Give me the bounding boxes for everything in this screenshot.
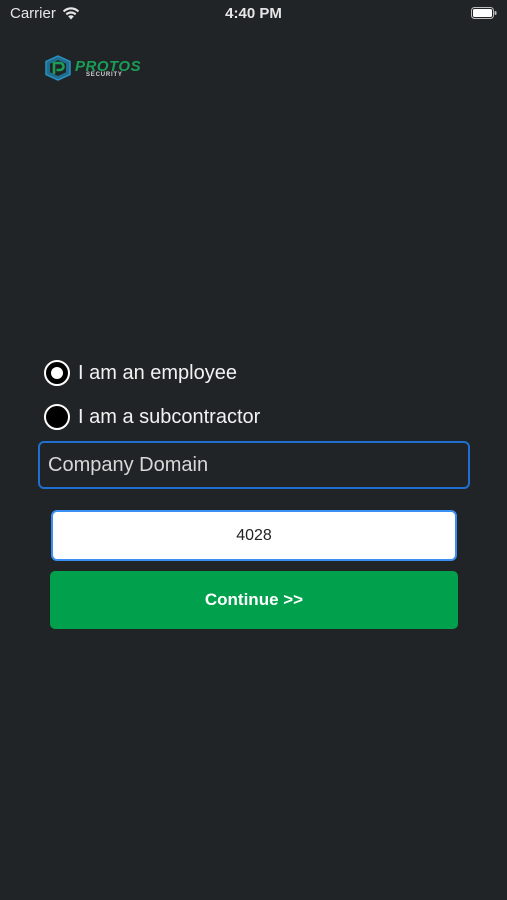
status-time: 4:40 PM <box>225 5 282 22</box>
radio-employee[interactable]: I am an employee <box>44 358 237 388</box>
radio-button-unselected[interactable] <box>44 404 70 430</box>
logo-shield-icon <box>45 55 71 81</box>
radio-subcontractor-label: I am a subcontractor <box>78 405 261 428</box>
radio-button-selected[interactable] <box>44 360 70 386</box>
logo-subtitle: SECURITY <box>86 72 123 78</box>
protos-security-logo: PROTOS SECURITY <box>44 55 144 81</box>
company-domain-placeholder: Company Domain <box>48 453 209 476</box>
code-input[interactable]: 4028 <box>51 510 457 561</box>
radio-employee-label: I am an employee <box>78 361 237 384</box>
battery-icon <box>471 7 497 19</box>
status-bar: Carrier 4:40 PM <box>0 0 507 28</box>
company-domain-input[interactable]: Company Domain <box>38 441 470 489</box>
continue-button[interactable]: Continue >> <box>50 571 458 629</box>
radio-selected-dot <box>51 367 63 379</box>
continue-button-label: Continue >> <box>204 590 304 609</box>
code-input-value: 4028 <box>236 526 272 544</box>
radio-subcontractor[interactable]: I am a subcontractor <box>44 402 260 432</box>
